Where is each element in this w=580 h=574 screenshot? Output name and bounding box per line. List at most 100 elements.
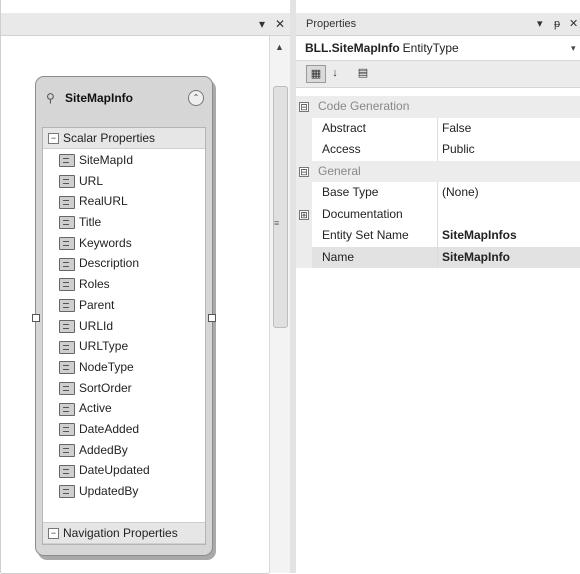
scalar-property-item[interactable]: URLId	[43, 316, 205, 337]
scalar-property-item[interactable]: DateAdded	[43, 419, 205, 440]
property-value[interactable]: Public	[442, 139, 475, 161]
entity-header[interactable]: ⚲ SiteMapInfo ⌃	[36, 77, 212, 121]
close-icon[interactable]: ✕	[569, 13, 578, 35]
scalar-properties-label: Scalar Properties	[63, 131, 156, 145]
property-row[interactable]: Name SiteMapInfo	[296, 246, 580, 269]
scalar-property-item[interactable]: Active	[43, 398, 205, 419]
collapse-section-icon[interactable]: −	[48, 528, 59, 540]
property-value[interactable]: SiteMapInfo	[442, 247, 510, 269]
scalar-property-item[interactable]: Title	[43, 212, 205, 233]
property-grid-empty-area	[296, 290, 580, 573]
collapse-category-icon[interactable]: ⊟	[299, 166, 309, 177]
collapse-entity-button[interactable]: ⌃	[188, 90, 204, 106]
column-divider	[437, 182, 438, 204]
scalar-property-label: AddedBy	[79, 442, 128, 457]
scalar-property-item[interactable]: Description	[43, 253, 205, 274]
properties-window: Properties ▾ ᵽ ✕ BLL.SiteMapInfo EntityTy…	[296, 0, 580, 573]
navigation-properties-label: Navigation Properties	[63, 526, 178, 540]
row-gutter	[296, 139, 312, 161]
scalar-property-label: UpdatedBy	[79, 484, 139, 498]
property-row[interactable]: Entity Set Name SiteMapInfos	[296, 225, 580, 247]
property-icon	[59, 278, 75, 292]
property-name: Abstract	[322, 120, 367, 135]
category-label: Code Generation	[318, 99, 410, 113]
scrollbar-thumb[interactable]	[273, 86, 288, 328]
scalar-property-item[interactable]: URLType	[43, 336, 205, 357]
property-category-row[interactable]: ⊟ Code Generation	[296, 96, 580, 118]
property-icon	[59, 319, 75, 333]
close-icon[interactable]: ✕	[275, 15, 285, 33]
property-value[interactable]: False	[442, 118, 471, 140]
property-value[interactable]: SiteMapInfos	[442, 225, 517, 247]
collapse-section-icon[interactable]: −	[48, 133, 59, 145]
scalar-property-item[interactable]: Roles	[43, 274, 205, 295]
scroll-up-arrow-icon[interactable]: ▲	[275, 42, 284, 52]
scalar-property-item[interactable]: Parent	[43, 295, 205, 316]
property-row[interactable]: Access Public	[296, 139, 580, 161]
scalar-property-label: URLId	[79, 318, 114, 333]
property-grid: ⊟ Code Generation Abstract False Access Publi…	[296, 96, 580, 268]
scalar-property-item[interactable]: RealURL	[43, 191, 205, 212]
property-icon	[59, 402, 75, 416]
entity-shape[interactable]: ⚲ SiteMapInfo ⌃ − Scalar Properties SiteM…	[32, 76, 216, 556]
property-icon	[59, 443, 75, 457]
scalar-property-label: SiteMapId	[79, 153, 134, 167]
scalar-property-item[interactable]: DateUpdated	[43, 460, 205, 481]
property-category-row[interactable]: ⊟ General	[296, 160, 580, 182]
entity-icon: ⚲	[46, 91, 55, 105]
scalar-property-item[interactable]: URL	[43, 171, 205, 192]
scalar-property-label: NodeType	[79, 359, 134, 374]
object-name: BLL.SiteMapInfo	[305, 41, 400, 55]
entity-body: − Scalar Properties SiteMapId URL RealURL Ti…	[42, 127, 206, 545]
expand-property-icon[interactable]: ⊞	[299, 209, 309, 220]
resize-handle-right[interactable]	[208, 314, 216, 322]
scroll-grip-icon: ≡	[274, 218, 280, 228]
property-icon	[59, 361, 75, 375]
chevron-down-icon[interactable]: ▾	[571, 36, 576, 60]
scalar-property-list: SiteMapId URL RealURL Title Keywords Descript…	[43, 150, 205, 502]
property-value[interactable]: (None)	[442, 182, 479, 204]
scalar-property-label: Parent	[79, 297, 115, 312]
scalar-property-item[interactable]: AddedBy	[43, 440, 205, 461]
scalar-property-item[interactable]: SortOrder	[43, 378, 205, 399]
property-row[interactable]: ⊞ Documentation	[296, 203, 580, 225]
categorized-view-button[interactable]: ▦	[306, 65, 326, 83]
category-label: General	[318, 163, 361, 178]
navigation-properties-header[interactable]: − Navigation Properties	[43, 522, 205, 544]
scalar-property-label: DateUpdated	[79, 463, 150, 478]
scalar-property-label: URL	[79, 173, 104, 188]
property-icon	[59, 257, 75, 271]
alphabetical-sort-button[interactable]: ↓	[326, 65, 344, 81]
vertical-scrollbar[interactable]: ▲ ≡	[269, 36, 290, 573]
window-position-dropdown-icon[interactable]: ▾	[259, 15, 265, 33]
properties-title: Properties	[306, 18, 357, 30]
row-gutter	[296, 246, 312, 268]
property-pages-button[interactable]: ▤	[354, 65, 372, 81]
pin-icon[interactable]: ᵽ	[554, 13, 560, 35]
scalar-property-label: RealURL	[79, 194, 128, 209]
object-selector-dropdown[interactable]: BLL.SiteMapInfo EntityType ▾	[296, 36, 580, 61]
scalar-property-label: DateAdded	[79, 421, 140, 436]
column-divider	[437, 246, 438, 268]
properties-titlebar: Properties ▾ ᵽ ✕	[296, 13, 580, 36]
scalar-property-item[interactable]: NodeType	[43, 357, 205, 378]
property-name: Access	[322, 142, 361, 156]
scalar-property-item[interactable]: Keywords	[43, 233, 205, 254]
resize-handle-left[interactable]	[32, 314, 40, 322]
window-position-dropdown-icon[interactable]: ▾	[537, 13, 543, 35]
scalar-property-label: SortOrder	[79, 380, 132, 395]
object-type: EntityType	[402, 41, 459, 55]
property-icon	[59, 175, 75, 189]
property-row[interactable]: Base Type (None)	[296, 182, 580, 204]
property-icon	[59, 340, 75, 354]
scalar-property-item[interactable]: SiteMapId	[43, 150, 205, 171]
collapse-category-icon[interactable]: ⊟	[299, 102, 309, 112]
property-icon	[59, 464, 75, 478]
property-name: Entity Set Name	[322, 228, 409, 242]
scalar-property-item[interactable]: UpdatedBy	[43, 481, 205, 502]
property-icon	[59, 237, 75, 251]
property-icon	[59, 485, 75, 499]
scalar-properties-header[interactable]: − Scalar Properties	[43, 128, 205, 149]
property-icon	[59, 216, 75, 230]
property-row[interactable]: Abstract False	[296, 117, 580, 140]
